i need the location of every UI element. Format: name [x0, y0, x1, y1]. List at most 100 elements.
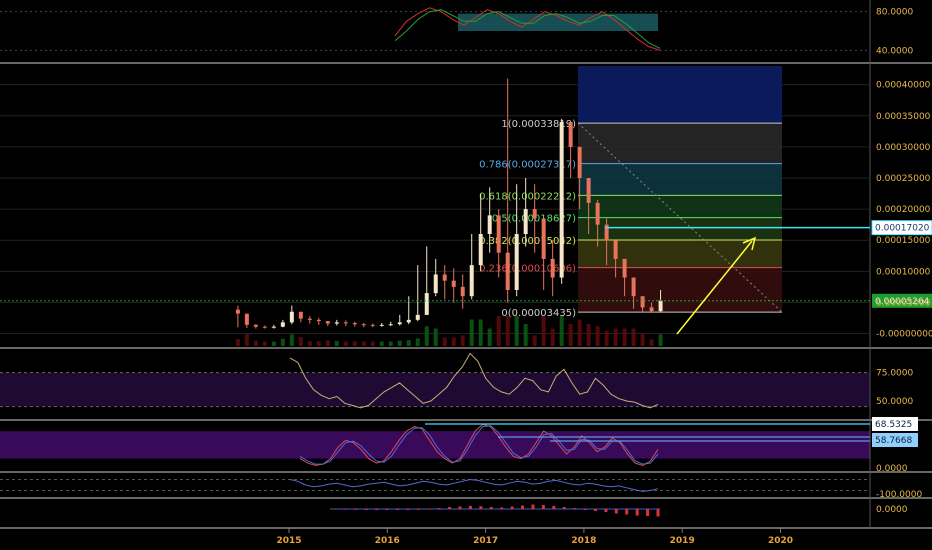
candle-body — [505, 252, 510, 290]
macd-histogram-bar — [416, 508, 420, 510]
volume-bar — [343, 341, 348, 346]
candle-body — [460, 286, 465, 297]
macd-histogram-bar — [583, 509, 587, 510]
chart-canvas: 1(0.00033819)0.786(0.00027317)0.618(0.00… — [0, 0, 932, 546]
macd-histogram-bar — [573, 508, 577, 509]
macd-histogram-bar — [562, 507, 566, 509]
y-tick-label: 0.00005000 — [876, 298, 931, 308]
macd-histogram-bar — [635, 509, 639, 516]
macd-histogram-bar — [479, 506, 483, 509]
macd-histogram-bar — [448, 507, 452, 509]
volume-bar — [451, 337, 456, 346]
volume-bar — [415, 338, 420, 346]
volume-bar — [442, 337, 447, 346]
fib-zone-1 — [578, 163, 782, 196]
volume-bar — [532, 335, 537, 346]
candle-body — [415, 314, 420, 320]
macd-histogram-bar — [458, 506, 462, 509]
volume-bar — [505, 316, 510, 346]
candle-body — [595, 202, 600, 225]
macd-histogram-bar — [343, 508, 347, 510]
candle-body — [640, 296, 645, 308]
macd-histogram-bar — [396, 509, 400, 510]
candle-body — [658, 300, 663, 312]
volume-bar — [388, 341, 393, 346]
y-tick-label: 80.0000 — [876, 8, 913, 18]
candle-body — [253, 324, 258, 327]
volume-bar — [640, 333, 645, 346]
macd-histogram-bar — [364, 509, 368, 510]
macd-histogram-bar — [437, 508, 441, 509]
candle-body — [532, 209, 537, 219]
macd-histogram-bar — [531, 504, 535, 509]
x-tick-label: 2019 — [670, 536, 695, 546]
volume-bar — [523, 324, 528, 346]
candle-body — [244, 313, 249, 325]
macd-histogram-bar — [489, 507, 493, 509]
x-tick-label: 2016 — [375, 536, 400, 546]
y-tick-label: 50.0000 — [876, 397, 913, 407]
volume-bar — [289, 334, 294, 346]
volume-bar — [487, 328, 492, 346]
macd-histogram-bar — [333, 508, 337, 510]
rsi-band — [0, 372, 870, 407]
x-tick-label: 2015 — [276, 536, 301, 546]
candle-body — [334, 322, 339, 324]
volume-bar — [649, 339, 654, 346]
stoch-tag-label: 58.7668 — [875, 436, 912, 446]
y-tick-label: -0.00000000 — [876, 330, 932, 340]
volume-bar — [397, 340, 402, 346]
x-tick-label: 2020 — [768, 536, 793, 546]
volume-bar — [406, 340, 411, 346]
stoch-tag-label: 68.5325 — [875, 420, 912, 430]
fib-level-label: 0(0.00003435) — [501, 308, 576, 319]
candle-body — [451, 280, 456, 287]
x-tick-label: 2018 — [571, 536, 596, 546]
candle-body — [397, 322, 402, 325]
volume-bar — [280, 338, 285, 346]
volume-bar — [577, 319, 582, 346]
volume-bar — [433, 328, 438, 346]
volume-bar — [379, 341, 384, 346]
fib-zone-4 — [578, 239, 782, 268]
candle-body — [442, 274, 447, 281]
fibonacci-retracement[interactable]: 1(0.00033819)0.786(0.00027317)0.618(0.00… — [479, 66, 783, 319]
volume-bar — [496, 316, 501, 346]
volume-bar — [325, 340, 330, 346]
resistance-label: 0.00017020 — [875, 224, 930, 234]
y-tick-label: 0.00040000 — [876, 81, 931, 91]
volume-bar — [235, 339, 240, 346]
candle-body — [262, 326, 267, 328]
volume-bar — [595, 326, 600, 346]
volume-bar — [541, 316, 546, 346]
candle-body — [568, 122, 573, 147]
macd-histogram-bar — [593, 509, 597, 511]
candle-body — [550, 258, 555, 278]
macd-histogram-bar — [656, 509, 660, 517]
volume-bar — [559, 316, 564, 346]
volume-bar — [334, 341, 339, 346]
y-tick-label: 0.00030000 — [876, 143, 931, 153]
macd-histogram-bar — [406, 509, 410, 510]
candle-body — [406, 319, 411, 323]
candle-body — [379, 324, 384, 326]
volume-bar — [658, 334, 663, 346]
panel-backgrounds — [0, 372, 870, 459]
candle-body — [613, 240, 618, 259]
y-tick-label: 0.00015000 — [876, 236, 931, 246]
macd-histogram-bar — [385, 509, 389, 510]
y-tick-label: 0.0000 — [876, 505, 908, 515]
fib-zone-5 — [578, 267, 782, 313]
volume-bar — [424, 326, 429, 346]
volume-bar — [586, 324, 591, 346]
volume-bar — [307, 341, 312, 346]
candle-body — [514, 234, 519, 290]
macd-histogram-bar — [541, 505, 545, 509]
candle-body — [622, 258, 627, 278]
fib-zone-0 — [578, 123, 782, 164]
candle-body — [496, 215, 501, 253]
y-tick-label: 0.0000 — [876, 464, 908, 474]
candle-body — [271, 326, 276, 328]
candle-body — [352, 322, 357, 325]
candle-body — [343, 322, 348, 324]
